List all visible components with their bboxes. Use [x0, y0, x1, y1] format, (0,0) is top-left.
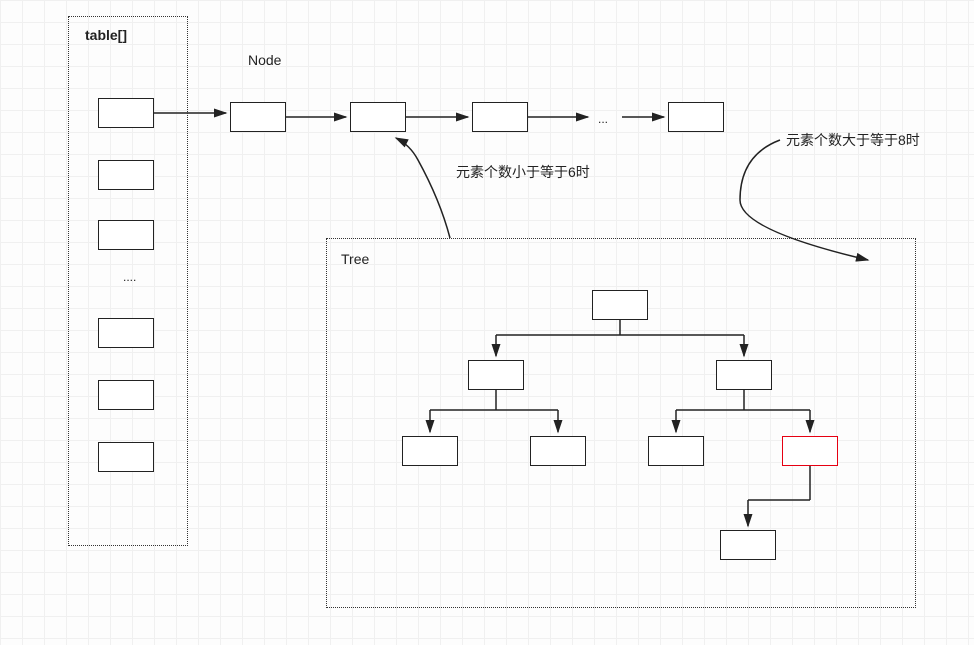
table-slot — [98, 98, 154, 128]
tree-node-red — [782, 436, 838, 466]
tree-label: Tree — [341, 251, 369, 267]
list-node — [350, 102, 406, 132]
tree-node — [716, 360, 772, 390]
tree-node — [402, 436, 458, 466]
table-slot — [98, 380, 154, 410]
list-node — [472, 102, 528, 132]
annotation-big: 元素个数大于等于8时 — [786, 130, 920, 150]
tree-node — [720, 530, 776, 560]
tree-node — [530, 436, 586, 466]
list-node — [230, 102, 286, 132]
table-slot — [98, 442, 154, 472]
table-ellipsis: .... — [123, 270, 136, 284]
tree-node — [648, 436, 704, 466]
tree-root — [592, 290, 648, 320]
table-slot — [98, 220, 154, 250]
list-ellipsis: ... — [598, 112, 608, 126]
annotation-small: 元素个数小于等于6时 — [456, 162, 590, 182]
list-node — [668, 102, 724, 132]
node-label: Node — [248, 52, 281, 68]
tree-node — [468, 360, 524, 390]
table-slot — [98, 318, 154, 348]
table-slot — [98, 160, 154, 190]
table-label: table[] — [85, 27, 127, 43]
